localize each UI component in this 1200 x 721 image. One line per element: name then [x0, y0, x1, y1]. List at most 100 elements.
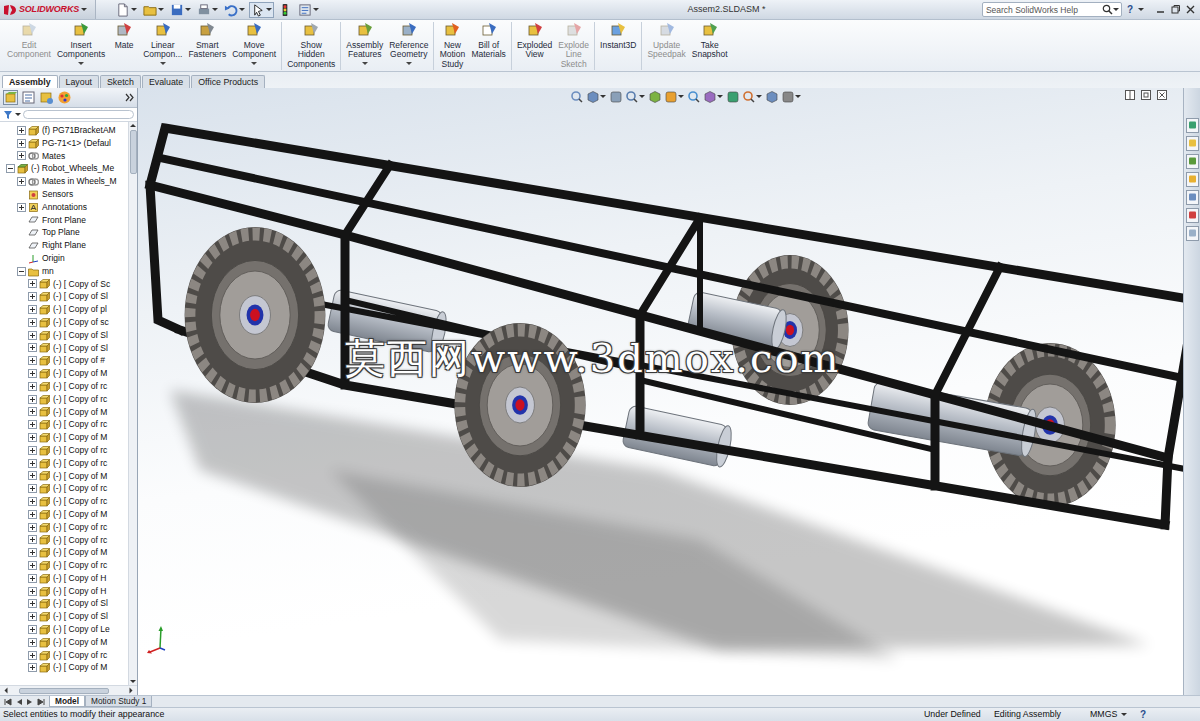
filter-icon[interactable]	[3, 110, 13, 120]
tree-item[interactable]: (-) [ Copy of rc	[0, 559, 128, 572]
command-button[interactable]: Instant3D	[597, 22, 639, 55]
tree-item[interactable]: (-) [ Copy of M	[0, 470, 128, 483]
previous-tab-icon[interactable]	[15, 698, 23, 706]
command-label[interactable]: Reference	[389, 41, 428, 50]
expander-icon[interactable]	[28, 446, 37, 455]
expander-icon[interactable]	[28, 369, 37, 378]
command-label[interactable]: Move	[244, 41, 265, 50]
tree-item[interactable]: Mates in Wheels_M	[0, 175, 128, 188]
command-label[interactable]: Fasteners	[188, 50, 226, 59]
tree-item-label[interactable]: (-) [ Copy of Sl	[53, 610, 108, 623]
view-tool-button[interactable]	[664, 90, 684, 103]
robot-chassis-figure[interactable]	[138, 88, 1183, 695]
tree-item-label[interactable]: (-) [ Copy of #	[53, 354, 105, 367]
minimize-icon[interactable]	[1156, 5, 1165, 14]
tree-item-label[interactable]: (-) [ Copy of Sl	[53, 329, 108, 342]
command-label[interactable]: Insert	[70, 41, 91, 50]
tree-item-label[interactable]: Origin	[42, 252, 65, 265]
view-tool-icon[interactable]	[687, 90, 700, 103]
tree-item-label[interactable]: Right Plane	[42, 239, 86, 252]
tree-item-label[interactable]: (-) [ Copy of M	[53, 508, 107, 521]
tree-item-label[interactable]: (-) [ Copy of rc	[53, 534, 107, 547]
status-help-button[interactable]: ?	[1136, 709, 1156, 721]
expander-icon[interactable]	[28, 459, 37, 468]
tree-item[interactable]: Right Plane	[0, 239, 128, 252]
tree-item[interactable]: (-) [ Copy of M	[0, 508, 128, 521]
tree-item[interactable]: (-) [ Copy of Sl	[0, 290, 128, 303]
tree-item-label[interactable]: (-) [ Copy of rc	[53, 380, 107, 393]
qa-caret-icon[interactable]	[239, 8, 245, 11]
tree-item[interactable]: mn	[0, 265, 128, 278]
view-tool-icon[interactable]	[570, 90, 583, 103]
options-button[interactable]	[296, 2, 321, 18]
view-tool-button[interactable]	[609, 90, 622, 103]
rebuild-button[interactable]	[276, 2, 294, 18]
expander-icon[interactable]	[28, 612, 37, 621]
command-label[interactable]: Materials	[471, 50, 505, 59]
tree-item[interactable]: PG-71<1> (Defaul	[0, 137, 128, 150]
expander-icon[interactable]	[28, 497, 37, 506]
search-input[interactable]	[985, 3, 1102, 16]
command-label[interactable]: Exploded	[517, 41, 552, 50]
scroll-down-icon[interactable]	[130, 680, 136, 683]
tree-item[interactable]: (-) [ Copy of M	[0, 546, 128, 559]
view-tool-button[interactable]	[687, 90, 700, 103]
command-label[interactable]: New	[444, 41, 461, 50]
tree-item[interactable]: (-) [ Copy of sc	[0, 316, 128, 329]
tree-item[interactable]: (-) [ Copy of M	[0, 661, 128, 674]
tree-item[interactable]: (-) [ Copy of Sl	[0, 342, 128, 355]
tree-item-label[interactable]: (-) [ Copy of M	[53, 406, 107, 419]
expander-icon[interactable]	[28, 548, 37, 557]
command-label[interactable]: Study	[442, 60, 464, 69]
expander-icon[interactable]	[28, 343, 37, 352]
task-pane-icon[interactable]	[1186, 226, 1199, 241]
tree-item-label[interactable]: (-) [ Copy of Sl	[53, 597, 108, 610]
task-pane-tab[interactable]	[1186, 118, 1199, 133]
command-label[interactable]: Hidden	[298, 50, 325, 59]
tree-item[interactable]: (-) [ Copy of rc	[0, 393, 128, 406]
magnifier-icon[interactable]	[1102, 4, 1113, 15]
options-icon[interactable]	[298, 3, 312, 17]
command-button[interactable]: Mate	[108, 22, 140, 55]
command-label[interactable]: Smart	[196, 41, 219, 50]
view-tool-button[interactable]	[765, 90, 778, 103]
command-label[interactable]: Compon...	[143, 50, 182, 59]
task-pane-icon[interactable]	[1186, 208, 1199, 223]
tab-label[interactable]: Office Products	[198, 77, 258, 87]
tree-scrollbar[interactable]	[128, 122, 137, 685]
expander-icon[interactable]	[28, 587, 37, 596]
tree-item[interactable]: (-) [ Copy of H	[0, 572, 128, 585]
tab-label[interactable]: Layout	[66, 77, 92, 87]
command-button[interactable]: LinearCompon...	[140, 22, 185, 65]
command-label[interactable]: Take	[701, 41, 719, 50]
scroll-thumb[interactable]	[130, 130, 137, 174]
tree-item[interactable]: (-) [ Copy of M	[0, 636, 128, 649]
expander-icon[interactable]	[28, 318, 37, 327]
restore-icon[interactable]	[1171, 5, 1180, 14]
view-tool-icon[interactable]	[648, 90, 661, 103]
tree-item[interactable]: (-) [ Copy of rc	[0, 457, 128, 470]
command-button[interactable]: ShowHiddenComponents	[284, 22, 338, 74]
command-button[interactable]: ExplodedView	[514, 22, 555, 65]
tree-item-label[interactable]: Mates in Wheels_M	[42, 175, 117, 188]
task-pane-tab[interactable]	[1186, 172, 1199, 187]
next-tab-icon[interactable]	[26, 698, 34, 706]
configuration-manager-icon[interactable]	[39, 90, 54, 105]
filter-caret-icon[interactable]	[15, 113, 21, 116]
expander-icon[interactable]	[28, 420, 37, 429]
tree-item-label[interactable]: (-) [ Copy of rc	[53, 457, 107, 470]
tree-item-label[interactable]: PG-71<1> (Defaul	[42, 137, 111, 150]
command-label[interactable]: Components	[57, 50, 105, 59]
solidworks-menu[interactable]: SOLIDWORKS	[0, 0, 96, 19]
display-manager-icon[interactable]	[57, 90, 72, 105]
view-tool-button[interactable]	[586, 90, 606, 103]
task-pane-icon[interactable]	[1186, 172, 1199, 187]
tree-item-label[interactable]: (-) [ Copy of rc	[53, 482, 107, 495]
view-tool-icon[interactable]	[726, 90, 739, 103]
tree-item-label[interactable]: (-) [ Copy of rc	[53, 559, 107, 572]
tree-item-label[interactable]: (-) Robot_Wheels_Me	[31, 162, 114, 175]
scroll-left-icon[interactable]	[5, 688, 8, 694]
expander-icon[interactable]	[28, 625, 37, 634]
undo-button[interactable]	[222, 2, 247, 18]
tree-item[interactable]: Sensors	[0, 188, 128, 201]
